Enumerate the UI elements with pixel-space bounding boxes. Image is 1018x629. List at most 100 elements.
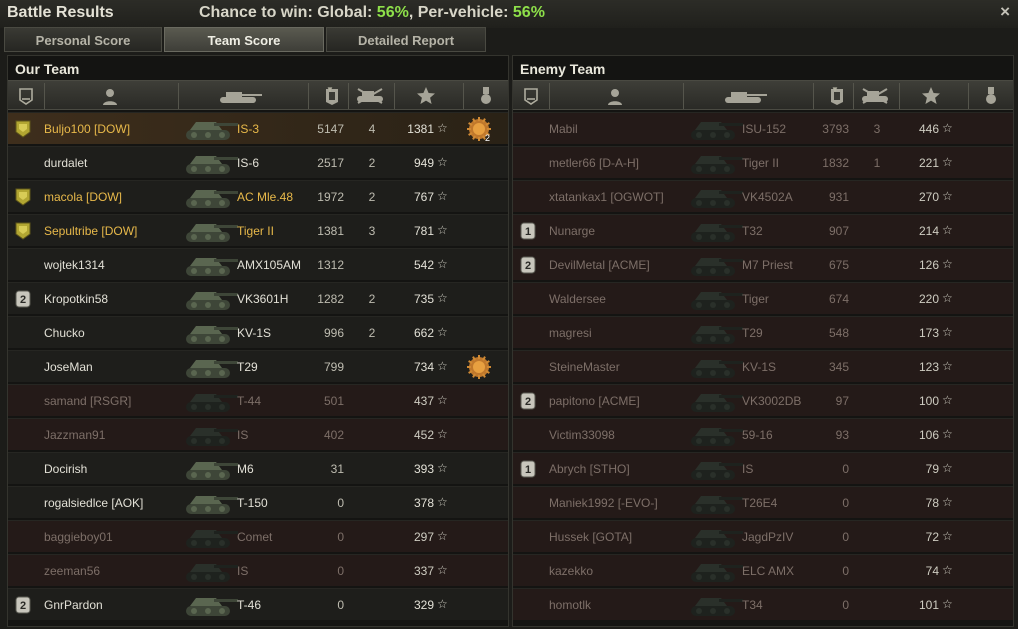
close-icon[interactable]: × [1000, 2, 1010, 22]
medal-icon[interactable]: 2 [465, 115, 493, 146]
player-row[interactable]: 1 Abrych [STHO] IS 0 79 ☆ [513, 452, 1013, 484]
star-icon: ☆ [437, 121, 448, 135]
header-squad-badge-icon[interactable] [16, 86, 36, 106]
player-name: Jazzman91 [44, 428, 106, 442]
svg-text:2: 2 [525, 260, 531, 272]
header-player-icon[interactable] [100, 86, 120, 106]
xp-value: 214 [918, 224, 939, 238]
player-row[interactable]: 2 papitono [ACME] VK3002DB 97 100 ☆ [513, 384, 1013, 416]
damage-value: 0 [842, 564, 849, 578]
player-row[interactable]: samand [RSGR] T-44 501 437 ☆ [8, 384, 508, 416]
vehicle-name: Tiger II [237, 224, 274, 238]
player-name: DevilMetal [ACME] [549, 258, 650, 272]
header-damage-icon[interactable]: ▼ [322, 85, 342, 106]
tank-icon [180, 284, 240, 317]
player-row[interactable]: rogalsiedlce [AOK] T-150 0 378 ☆ [8, 486, 508, 518]
damage-value: 1972 [317, 190, 344, 204]
player-row[interactable]: magresi T29 548 173 ☆ [513, 316, 1013, 348]
svg-text:2: 2 [525, 396, 531, 408]
player-row[interactable]: Buljo100 [DOW] IS-3 5147 4 1381 ☆ 2 [8, 112, 508, 144]
enemy-team-panel: Enemy Team ▼ Mabil ISU-152 3793 3 446 ☆ metler… [512, 55, 1014, 627]
damage-value: 402 [323, 428, 344, 442]
xp-value: 393 [413, 462, 434, 476]
player-row[interactable]: JoseMan T29 799 734 ☆ [8, 350, 508, 382]
player-row[interactable]: Jazzman91 IS 402 452 ☆ [8, 418, 508, 450]
player-row[interactable]: kazekko ELC AMX 0 74 ☆ [513, 554, 1013, 586]
player-row[interactable]: Hussek [GOTA] JagdPzIV 0 72 ☆ [513, 520, 1013, 552]
star-icon: ☆ [437, 495, 448, 509]
header-vehicle-icon[interactable] [218, 86, 262, 106]
xp-value: 329 [413, 598, 434, 612]
player-name: Maniek1992 [-EVO-] [549, 496, 658, 510]
player-row[interactable]: macola [DOW] AC Mle.48 1972 2 767 ☆ [8, 180, 508, 212]
player-row[interactable]: homotlk T34 0 101 ☆ [513, 588, 1013, 620]
vehicle-name: IS [237, 428, 249, 442]
sort-indicator-icon: ▼ [326, 85, 334, 94]
player-row[interactable]: wojtek1314 AMX105AM 1312 542 ☆ [8, 248, 508, 280]
tank-icon [180, 250, 240, 283]
xp-value: 452 [413, 428, 434, 442]
window-title: Battle Results [7, 4, 114, 21]
our-team-panel: Our Team ▼ Buljo100 [DOW] IS-3 5147 4 1381 ☆ 2… [7, 55, 509, 627]
header-kills-icon[interactable] [860, 86, 888, 106]
tank-icon [685, 386, 745, 419]
player-row[interactable]: Mabil ISU-152 3793 3 446 ☆ [513, 112, 1013, 144]
star-icon: ☆ [437, 189, 448, 203]
header-xp-star-icon[interactable] [921, 86, 941, 106]
star-icon: ☆ [942, 563, 953, 577]
header-medal-icon[interactable] [981, 86, 1001, 106]
player-row[interactable]: xtatankax1 [OGWOT] VK4502A 931 270 ☆ [513, 180, 1013, 212]
star-icon: ☆ [437, 359, 448, 373]
header-medal-icon[interactable] [476, 86, 496, 106]
tank-icon [180, 182, 240, 215]
our-team-title: Our Team [15, 61, 80, 77]
vehicle-name: AC Mle.48 [237, 190, 294, 204]
star-icon: ☆ [942, 325, 953, 339]
vehicle-name: KV-1S [237, 326, 272, 340]
player-row[interactable]: Maniek1992 [-EVO-] T26E4 0 78 ☆ [513, 486, 1013, 518]
tank-icon [180, 216, 240, 249]
player-row[interactable]: SteineMaster KV-1S 345 123 ☆ [513, 350, 1013, 382]
player-row[interactable]: Docirish M6 31 393 ☆ [8, 452, 508, 484]
chance-to-win: Chance to win: Global: 56%, Per-vehicle:… [199, 4, 545, 22]
player-row[interactable]: durdalet IS-6 2517 2 949 ☆ [8, 146, 508, 178]
tab-personal-score[interactable]: Personal Score [4, 27, 162, 52]
global-chance-value: 56% [376, 4, 409, 21]
damage-value: 501 [323, 394, 344, 408]
player-row[interactable]: metler66 [D-A-H] Tiger II 1832 1 221 ☆ [513, 146, 1013, 178]
header-separator [308, 83, 309, 109]
vehicle-name: VK4502A [742, 190, 793, 204]
header-vehicle-icon[interactable] [723, 86, 767, 106]
player-row[interactable]: Waldersee Tiger 674 220 ☆ [513, 282, 1013, 314]
player-row[interactable]: 1 Nunarge T32 907 214 ☆ [513, 214, 1013, 246]
damage-value: 0 [842, 598, 849, 612]
medal-icon[interactable] [465, 353, 493, 384]
vehicle-name: T-150 [237, 496, 268, 510]
header-kills-icon[interactable] [355, 86, 383, 106]
player-name: homotlk [549, 598, 592, 612]
header-squad-badge-icon[interactable] [521, 86, 541, 106]
header-xp-star-icon[interactable] [416, 86, 436, 106]
player-row[interactable]: Victim33098 59-16 93 106 ☆ [513, 418, 1013, 450]
tab-detailed-report[interactable]: Detailed Report [326, 27, 486, 52]
player-row[interactable]: 2 DevilMetal [ACME] M7 Priest 675 126 ☆ [513, 248, 1013, 280]
star-icon: ☆ [942, 223, 953, 237]
tab-team-score[interactable]: Team Score [164, 27, 324, 52]
player-row[interactable]: Chucko KV-1S 996 2 662 ☆ [8, 316, 508, 348]
player-name: Buljo100 [DOW] [44, 122, 131, 136]
star-icon: ☆ [437, 393, 448, 407]
kills-value: 2 [368, 156, 376, 170]
player-name: magresi [549, 326, 592, 340]
player-name: Waldersee [549, 292, 606, 306]
player-row[interactable]: zeeman56 IS 0 337 ☆ [8, 554, 508, 586]
header-damage-icon[interactable]: ▼ [827, 85, 847, 106]
player-row[interactable]: 2 GnrPardon T-46 0 329 ☆ [8, 588, 508, 620]
header-player-icon[interactable] [605, 86, 625, 106]
star-icon: ☆ [437, 529, 448, 543]
damage-value: 345 [828, 360, 849, 374]
player-row[interactable]: 2 Kropotkin58 VK3601H 1282 2 735 ☆ [8, 282, 508, 314]
player-name: rogalsiedlce [AOK] [44, 496, 144, 510]
tank-icon [685, 216, 745, 249]
player-row[interactable]: Sepultribe [DOW] Tiger II 1381 3 781 ☆ [8, 214, 508, 246]
player-row[interactable]: baggieboy01 Comet 0 297 ☆ [8, 520, 508, 552]
